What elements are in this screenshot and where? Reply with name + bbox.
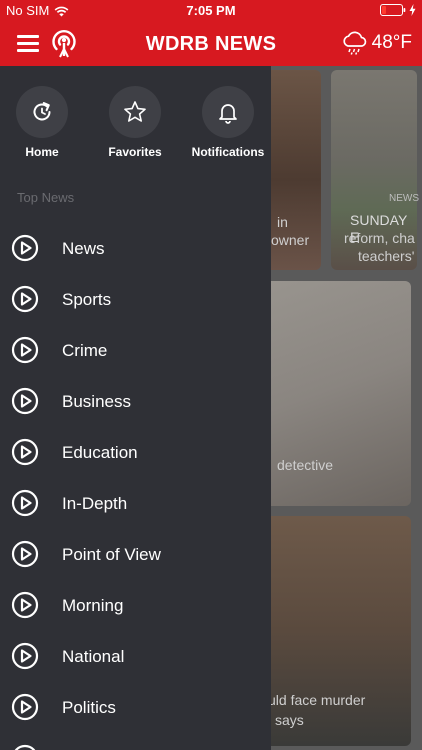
menu-item-morning[interactable]: Morning: [0, 582, 271, 628]
menu-item-label: Politics: [62, 698, 116, 717]
menu-item-sports[interactable]: Sports: [0, 276, 271, 322]
menu-item-label: National: [62, 647, 125, 666]
home-button-circle[interactable]: [16, 86, 68, 138]
story-card[interactable]: SUNDAY E reform, cha teachers': [331, 70, 417, 270]
news-badge: NEWS: [389, 193, 419, 204]
story-headline-fragment: says: [275, 712, 304, 728]
favorites-button-circle[interactable]: [109, 86, 161, 138]
menu-item-business[interactable]: Business: [0, 378, 271, 424]
menu-item-crime[interactable]: Crime: [0, 327, 271, 373]
quick-link-favorites[interactable]: Favorites: [90, 86, 180, 159]
play-circle-icon: [11, 591, 39, 619]
story-headline-fragment: reform, cha: [344, 230, 415, 246]
play-circle-icon: [11, 234, 39, 262]
play-circle-icon: [11, 693, 39, 721]
menu-item-label: Morning: [62, 596, 124, 615]
menu-item-label: Crime: [62, 341, 108, 360]
play-circle-icon: [11, 489, 39, 517]
quick-link-home[interactable]: Home: [0, 86, 87, 159]
play-circle-icon: [11, 438, 39, 466]
story-headline-fragment: in: [277, 214, 288, 230]
quick-link-label: Home: [25, 145, 59, 159]
quick-link-notifications[interactable]: Notifications: [183, 86, 273, 159]
menu-item-partial[interactable]: [0, 735, 271, 750]
play-circle-icon: [11, 285, 39, 313]
battery-icon: [380, 4, 406, 16]
menu-item-national[interactable]: National: [0, 633, 271, 679]
star-icon: [124, 101, 146, 122]
weather-widget[interactable]: 48°F: [342, 31, 412, 55]
play-circle-icon: [11, 642, 39, 670]
side-drawer: Home Favorites Notifications Top News Ne…: [0, 66, 271, 750]
weather-temperature: 48°F: [371, 32, 412, 53]
play-circle-icon: [11, 387, 39, 415]
app-header: WDRB NEWS 48°F: [0, 22, 422, 66]
bell-icon: [219, 104, 237, 124]
play-circle-icon: [11, 540, 39, 568]
menu-item-point-of-view[interactable]: Point of View: [0, 531, 271, 577]
quick-link-label: Notifications: [191, 145, 265, 159]
menu-item-in-depth[interactable]: In-Depth: [0, 480, 271, 526]
menu-item-news[interactable]: News: [0, 225, 271, 271]
menu-item-label: In-Depth: [62, 494, 128, 513]
menu-item-label: Business: [62, 392, 131, 411]
charging-icon: [409, 4, 416, 16]
menu-item-label: Education: [62, 443, 138, 462]
rain-cloud-icon: [343, 31, 366, 55]
menu-item-education[interactable]: Education: [0, 429, 271, 475]
refresh-home-icon: [33, 102, 51, 121]
menu-item-label: News: [62, 239, 105, 258]
clock: 7:05 PM: [186, 3, 236, 18]
menu-item-label: Sports: [62, 290, 112, 309]
menu-item-label: Point of View: [62, 545, 161, 564]
story-headline-fragment: teachers': [358, 248, 415, 264]
status-bar: No SIM 7:05 PM: [0, 0, 422, 22]
play-circle-icon: [14, 744, 36, 750]
menu-item-politics[interactable]: Politics: [0, 684, 271, 730]
story-headline-fragment: owner: [271, 232, 310, 248]
quick-link-label: Favorites: [108, 145, 162, 159]
notifications-button-circle[interactable]: [202, 86, 254, 138]
section-title: Top News: [17, 190, 75, 205]
play-circle-icon: [11, 336, 39, 364]
story-headline-fragment: detective: [277, 457, 334, 473]
story-headline-fragment: uld face murder: [268, 692, 366, 708]
